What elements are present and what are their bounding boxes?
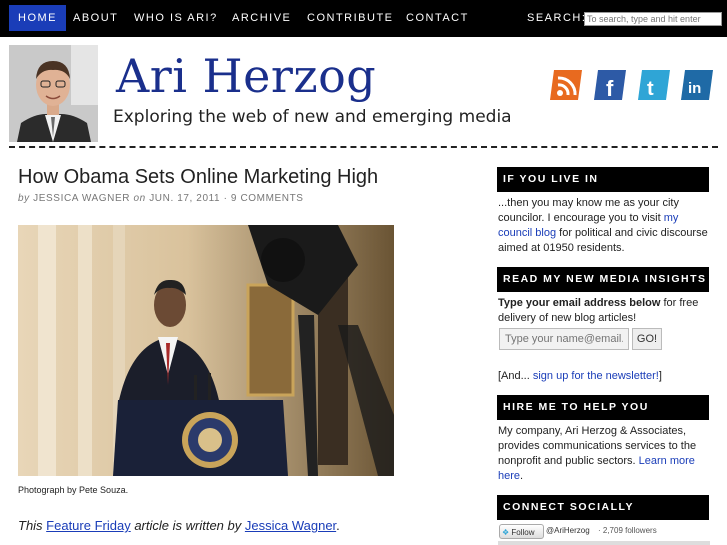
search-input[interactable] <box>584 12 722 26</box>
intro-suffix: . <box>336 518 340 533</box>
svg-text:f: f <box>606 76 614 101</box>
post-date: JUN. 17, 2011 <box>149 193 221 204</box>
post-title[interactable]: How Obama Sets Online Marketing High <box>18 166 378 189</box>
email-field[interactable] <box>499 328 629 350</box>
site-tagline: Exploring the web of new and emerging me… <box>113 107 512 127</box>
comments-link[interactable]: 9 COMMENTS <box>231 193 304 204</box>
w3-end: . <box>520 470 524 482</box>
twitter-handle[interactable]: @AriHerzog <box>546 526 590 535</box>
linkedin-icon[interactable]: in <box>679 68 713 100</box>
newsletter-link[interactable]: sign up for the newsletter! <box>533 370 659 382</box>
rss-icon[interactable] <box>548 68 582 100</box>
jessica-wagner-link[interactable]: Jessica Wagner <box>245 518 336 533</box>
svg-text:t: t <box>647 78 654 100</box>
post-byline: by JESSICA WAGNER on JUN. 17, 2011 · 9 C… <box>18 193 304 204</box>
byline-separator: · <box>223 193 228 204</box>
widget-newburyport-text: ...then you may know me as your city cou… <box>498 196 713 256</box>
facebook-icon[interactable]: f <box>592 68 626 101</box>
w1-text1: ...then you may know me as your city cou… <box>498 197 679 224</box>
widget-hire-text: My company, Ari Herzog & Associates, pro… <box>498 424 713 484</box>
byline-by: by <box>18 193 30 204</box>
nav-home[interactable]: HOME <box>9 5 66 31</box>
nav-who-is-ari[interactable]: WHO IS ARI? <box>134 5 218 31</box>
nav-archive[interactable]: ARCHIVE <box>232 5 291 31</box>
photo-caption: Photograph by Pete Souza. <box>18 485 129 495</box>
follower-count: · 2,709 followers <box>598 526 657 535</box>
twitter-icon[interactable]: t <box>636 68 670 100</box>
post-intro: This Feature Friday article is written b… <box>18 518 340 533</box>
widget-title-hire: HIRE ME TO HELP YOU <box>497 395 709 420</box>
w2-and: [And... <box>498 370 533 382</box>
twitter-follow-button[interactable]: ❖ Follow <box>499 524 544 539</box>
header-divider <box>9 146 718 148</box>
site-title[interactable]: Ari Herzog <box>116 49 376 103</box>
feature-friday-link[interactable]: Feature Friday <box>46 518 131 533</box>
sidebar-bottom-bar <box>498 541 710 545</box>
widget-title-insights: READ MY NEW MEDIA INSIGHTS <box>497 267 709 292</box>
nav-about[interactable]: ABOUT <box>73 5 118 31</box>
search-label: SEARCH: <box>527 12 587 24</box>
intro-middle: article is written by <box>130 518 245 533</box>
nav-contribute[interactable]: CONTRIBUTE <box>307 5 394 31</box>
author-link[interactable]: JESSICA WAGNER <box>33 193 130 204</box>
top-navigation: HOME ABOUT WHO IS ARI? ARCHIVE CONTRIBUT… <box>0 0 727 37</box>
svg-text:in: in <box>688 80 701 97</box>
site-header: Ari Herzog Exploring the web of new and … <box>0 37 727 147</box>
w2-end: ] <box>658 370 662 382</box>
intro-prefix: This <box>18 518 47 533</box>
widget-title-connect: CONNECT SOCIALLY <box>497 495 709 520</box>
post-featured-image[interactable] <box>18 225 394 476</box>
nav-contact[interactable]: CONTACT <box>406 5 469 31</box>
author-avatar <box>9 45 98 142</box>
widget-title-newburyport: IF YOU LIVE IN NEWBURYPORT... <box>497 167 709 210</box>
go-button[interactable]: GO! <box>632 328 662 350</box>
follow-bird-icon: ❖ <box>502 528 510 537</box>
follow-label: Follow <box>511 528 535 537</box>
w2-bold: Type your email address below <box>498 297 661 309</box>
widget-insights-text: Type your email address below for free d… <box>498 296 713 326</box>
byline-on: on <box>133 193 146 204</box>
newsletter-line: [And... sign up for the newsletter!] <box>498 369 713 384</box>
